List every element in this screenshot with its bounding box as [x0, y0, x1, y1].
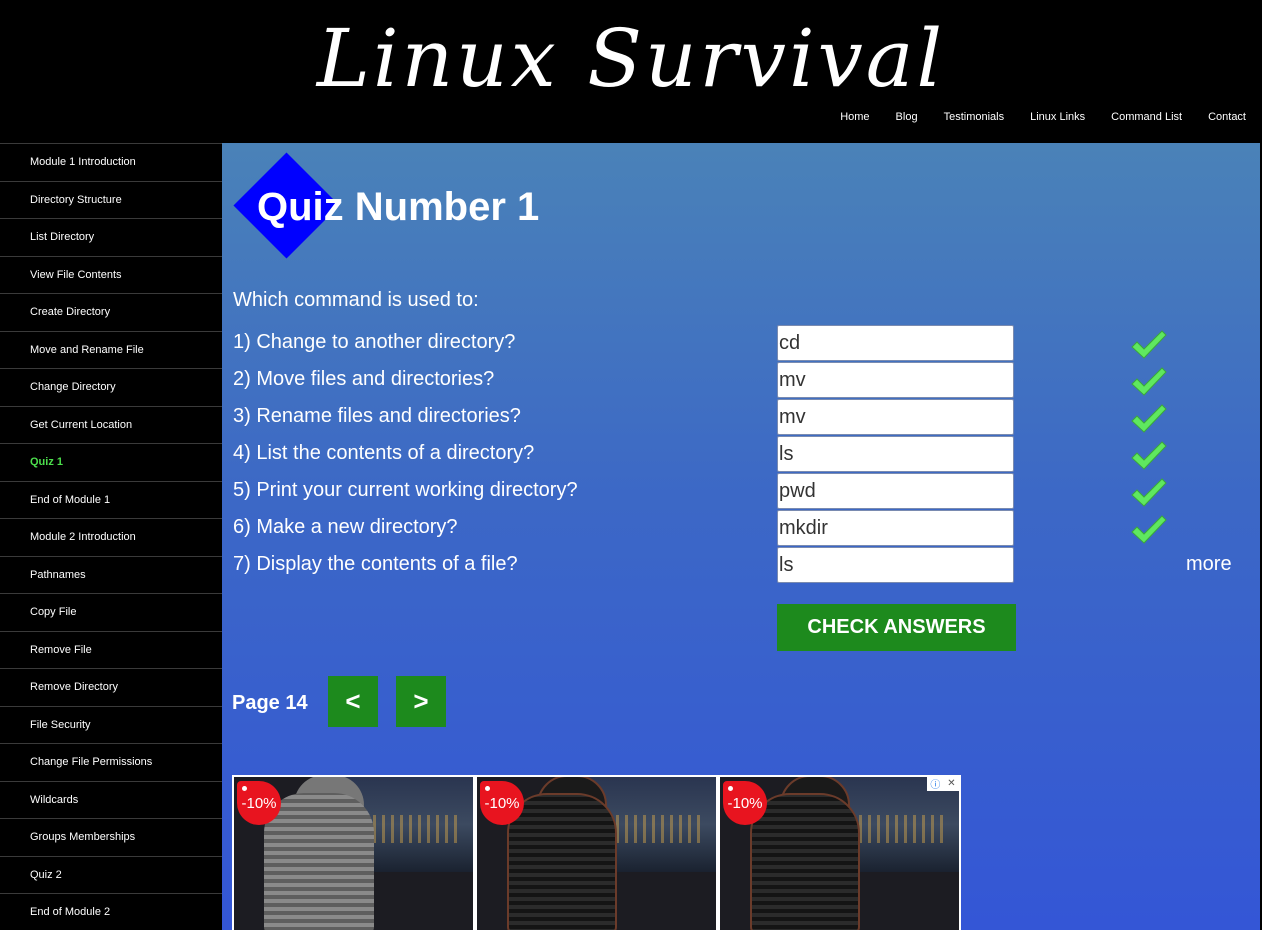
sidebar-item-move-and-rename-file[interactable]: Move and Rename File [0, 330, 222, 369]
quiz-prompt: Which command is used to: [233, 289, 479, 311]
sidebar-item-pathnames[interactable]: Pathnames [0, 555, 222, 594]
sidebar-item-wildcards[interactable]: Wildcards [0, 780, 222, 819]
question-row: 6) Make a new directory? [222, 510, 1260, 546]
sidebar-item-remove-directory[interactable]: Remove Directory [0, 668, 222, 706]
page-title: Quiz Number 1 [257, 185, 540, 229]
discount-badge: -10% [237, 781, 281, 825]
nav-link-contact[interactable]: Contact [1208, 111, 1246, 123]
checkmark-icon [1129, 403, 1167, 435]
sidebar-item-view-file-contents[interactable]: View File Contents [0, 255, 222, 294]
previous-page-button[interactable]: < [328, 676, 378, 727]
sidebar-item-file-security[interactable]: File Security [0, 705, 222, 744]
question-row: 1) Change to another directory? [222, 325, 1260, 361]
sidebar-item-change-directory[interactable]: Change Directory [0, 368, 222, 406]
sidebar-item-end-of-module-2[interactable]: End of Module 2 [0, 893, 222, 930]
checkmark-icon [1129, 440, 1167, 472]
question-text: 1) Change to another directory? [233, 331, 516, 353]
question-text: 6) Make a new directory? [233, 516, 458, 538]
nav-link-command-list[interactable]: Command List [1111, 111, 1182, 123]
sidebar-item-remove-file[interactable]: Remove File [0, 630, 222, 669]
sidebar-item-copy-file[interactable]: Copy File [0, 593, 222, 631]
seat-cover-image [507, 793, 617, 930]
answer-input[interactable] [777, 399, 1014, 435]
question-text: 7) Display the contents of a file? [233, 553, 518, 575]
ad-choices-icon[interactable]: ⓘ ✕ [927, 776, 959, 791]
question-row: 7) Display the contents of a file? more [222, 547, 1260, 583]
site-header: Linux Survival Home Blog Testimonials Linux… [0, 0, 1262, 143]
discount-badge: -10% [723, 781, 767, 825]
seat-cover-image [750, 793, 860, 930]
checkmark-icon [1129, 329, 1167, 361]
question-text: 3) Rename files and directories? [233, 405, 521, 427]
sidebar-item-directory-structure[interactable]: Directory Structure [0, 180, 222, 219]
top-nav: Home Blog Testimonials Linux Links Command L… [814, 111, 1246, 123]
answer-input[interactable] [777, 473, 1014, 509]
sidebar-item-list-directory[interactable]: List Directory [0, 218, 222, 256]
checkmark-icon [1129, 366, 1167, 398]
checkmark-icon [1129, 477, 1167, 509]
seat-cover-image [264, 793, 374, 930]
answer-input[interactable] [777, 547, 1014, 583]
nav-link-linux-links[interactable]: Linux Links [1030, 111, 1085, 123]
ad-product-image[interactable]: -10% [720, 777, 959, 930]
sidebar-item-end-of-module-1[interactable]: End of Module 1 [0, 480, 222, 519]
sidebar-item-quiz-1[interactable]: Quiz 1 [0, 443, 222, 481]
question-text: 4) List the contents of a directory? [233, 442, 535, 464]
discount-badge: -10% [480, 781, 524, 825]
answer-input[interactable] [777, 510, 1014, 546]
sidebar-item-create-directory[interactable]: Create Directory [0, 293, 222, 331]
advertisement[interactable]: -10% -10% -10% ⓘ ✕ [232, 775, 961, 930]
sidebar-item-groups-memberships[interactable]: Groups Memberships [0, 818, 222, 856]
sidebar-item-module-2-introduction[interactable]: Module 2 Introduction [0, 518, 222, 556]
sidebar-item-change-file-permissions[interactable]: Change File Permissions [0, 743, 222, 781]
page-number: Page 14 [232, 692, 308, 714]
sidebar-item-module-1-introduction[interactable]: Module 1 Introduction [0, 143, 222, 181]
next-page-button[interactable]: > [396, 676, 446, 727]
site-title[interactable]: Linux Survival [0, 14, 1262, 104]
info-icon: ⓘ [930, 780, 941, 791]
answer-input[interactable] [777, 362, 1014, 398]
checkmark-icon [1129, 514, 1167, 546]
question-text: 5) Print your current working directory? [233, 479, 578, 501]
nav-link-testimonials[interactable]: Testimonials [944, 111, 1005, 123]
nav-link-home[interactable]: Home [840, 111, 869, 123]
more-hint-link[interactable]: more [1186, 553, 1232, 576]
question-row: 5) Print your current working directory? [222, 473, 1260, 509]
sidebar-item-quiz-2[interactable]: Quiz 2 [0, 855, 222, 894]
answer-input[interactable] [777, 325, 1014, 361]
question-row: 4) List the contents of a directory? [222, 436, 1260, 472]
check-answers-button[interactable]: CHECK ANSWERS [777, 604, 1016, 651]
nav-link-blog[interactable]: Blog [896, 111, 918, 123]
sidebar-item-get-current-location[interactable]: Get Current Location [0, 405, 222, 444]
question-row: 3) Rename files and directories? [222, 399, 1260, 435]
question-text: 2) Move files and directories? [233, 368, 495, 390]
answer-input[interactable] [777, 436, 1014, 472]
main-content: Quiz Number 1 Which command is used to: … [222, 143, 1260, 930]
ad-product-image[interactable]: -10% [234, 777, 473, 930]
ad-product-image[interactable]: -10% [477, 777, 716, 930]
close-icon: ✕ [947, 778, 956, 789]
question-row: 2) Move files and directories? [222, 362, 1260, 398]
sidebar: Module 1 Introduction Directory Structure… [0, 143, 222, 930]
